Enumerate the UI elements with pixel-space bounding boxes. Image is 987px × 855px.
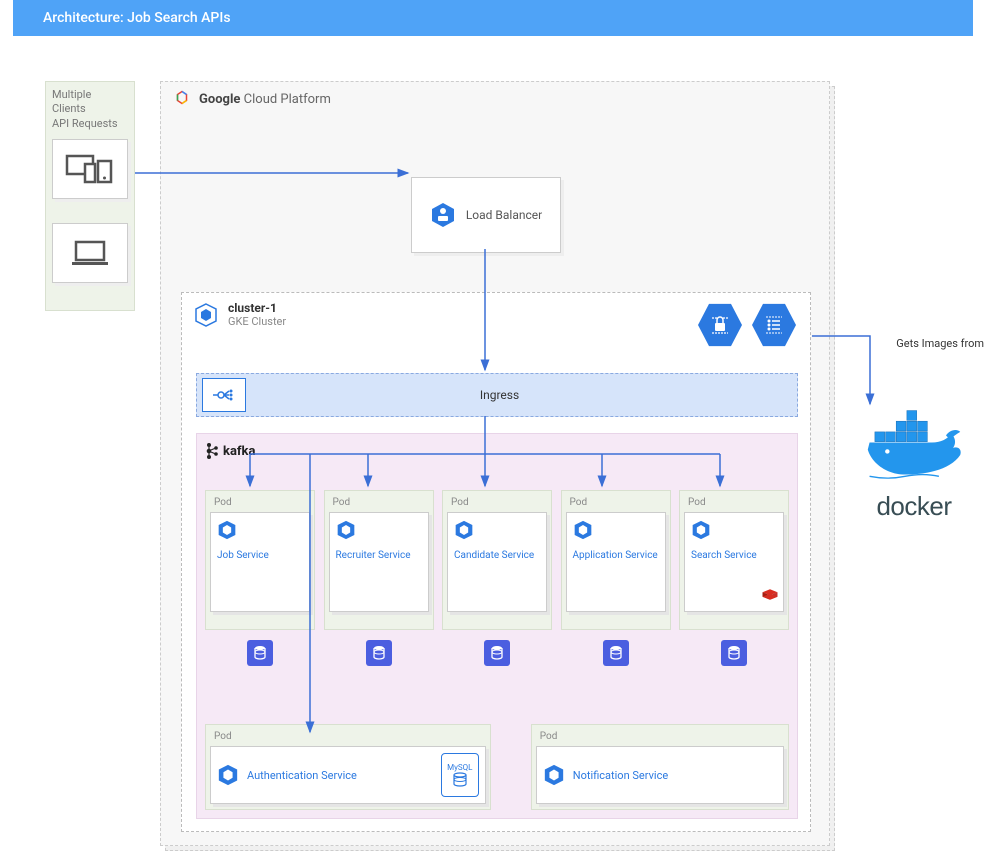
kafka-icon: [205, 442, 219, 460]
clients-group: Multiple Clients API Requests: [45, 81, 135, 311]
pod-search: Pod Search Service: [679, 490, 789, 666]
ingress-port-icon: [202, 378, 246, 412]
pod-auth: Pod Authentication Service MySQL: [205, 724, 491, 810]
diagram-canvas: Multiple Clients API Requests: [0, 36, 987, 851]
cluster-subtitle: GKE Cluster: [228, 315, 286, 328]
load-balancer-label: Load Balancer: [466, 208, 542, 222]
clients-label: Multiple Clients API Requests: [52, 88, 128, 131]
kubernetes-icon: [691, 519, 711, 541]
kafka-area: kafka Pod Job Service: [196, 433, 798, 819]
kubernetes-icon: [573, 519, 593, 541]
load-balancer-node: Load Balancer: [411, 177, 561, 253]
devices-icon: [52, 139, 128, 199]
mysql-icon: MySQL: [441, 753, 479, 797]
gcp-container: Google Cloud Platform Load Balancer clus…: [160, 81, 830, 846]
title-text: Architecture: Job Search APIs: [43, 10, 231, 26]
kubernetes-icon: [454, 519, 474, 541]
ingress-bar: Ingress: [196, 373, 798, 417]
database-icon: [366, 640, 392, 666]
docker-label: Gets Images from: [896, 337, 984, 350]
kubernetes-icon: [336, 519, 356, 541]
list-badge-icon: [752, 301, 796, 349]
bottom-pods-row: Pod Authentication Service MySQL Pod: [205, 724, 789, 810]
kubernetes-icon: [217, 763, 239, 787]
kafka-label: kafka: [205, 442, 789, 460]
docker-logo: docker: [849, 407, 979, 522]
pod-candidate: Pod Candidate Service: [442, 490, 552, 666]
gcp-logo-icon: [173, 90, 191, 108]
load-balancer-icon: [430, 201, 456, 229]
database-icon: [603, 640, 629, 666]
title-bar: Architecture: Job Search APIs: [13, 0, 973, 36]
security-badge-icon: [698, 301, 742, 349]
database-icon: [484, 640, 510, 666]
gcp-header: Google Cloud Platform: [161, 82, 829, 116]
cluster-badges: [698, 301, 796, 349]
docker-wordmark: docker: [849, 491, 979, 522]
service-card: Job Service: [210, 512, 310, 612]
laptop-icon: [52, 223, 128, 283]
cluster-name: cluster-1: [228, 301, 286, 315]
pods-row: Pod Job Service Pod: [205, 490, 789, 666]
kubernetes-icon: [543, 763, 565, 787]
database-icon: [247, 640, 273, 666]
cluster-container: cluster-1 GKE Cluster Ingress: [181, 292, 811, 832]
kubernetes-icon: [217, 519, 237, 541]
gke-icon: [194, 302, 218, 328]
redis-icon: [761, 587, 779, 605]
docker-whale-icon: [859, 407, 969, 487]
pod-job: Pod Job Service: [205, 490, 315, 666]
pod-notif: Pod Notification Service: [531, 724, 789, 810]
pod-recruiter: Pod Recruiter Service: [324, 490, 434, 666]
database-icon: [721, 640, 747, 666]
pod-application: Pod Application Service: [561, 490, 671, 666]
ingress-label: Ingress: [246, 388, 797, 402]
